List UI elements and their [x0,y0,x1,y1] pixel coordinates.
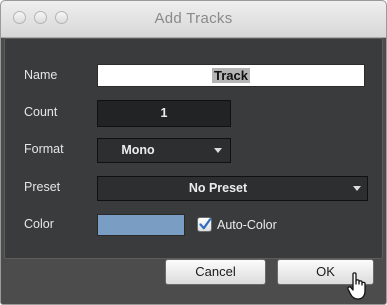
format-dropdown[interactable]: Mono [97,138,231,163]
format-label: Format [24,142,64,156]
name-label: Name [24,68,58,82]
name-value: Track [212,68,250,83]
chevron-down-icon [353,186,361,191]
color-label: Color [24,217,54,231]
window-title: Add Tracks [154,10,233,27]
count-label: Count [24,105,58,119]
count-input[interactable]: 1 [97,100,231,127]
cancel-button[interactable]: Cancel [165,259,266,285]
add-tracks-window: Add Tracks Name Track Count 1 Format Mon… [0,0,387,305]
color-swatch[interactable] [97,214,185,236]
preset-value: No Preset [188,181,248,195]
name-input[interactable]: Track [97,64,365,87]
title-bar: Add Tracks [1,1,386,38]
add-tracks-form: Name Track Count 1 Format Mono Preset No… [4,38,383,259]
hand-pointer-icon [347,272,366,300]
auto-color-checkbox[interactable] [197,217,212,232]
preset-dropdown[interactable]: No Preset [97,176,368,201]
preset-label: Preset [24,180,61,194]
checkmark-icon [199,218,211,230]
chevron-down-icon [214,148,222,153]
auto-color-label: Auto-Color [217,218,277,232]
format-value: Mono [121,143,155,157]
